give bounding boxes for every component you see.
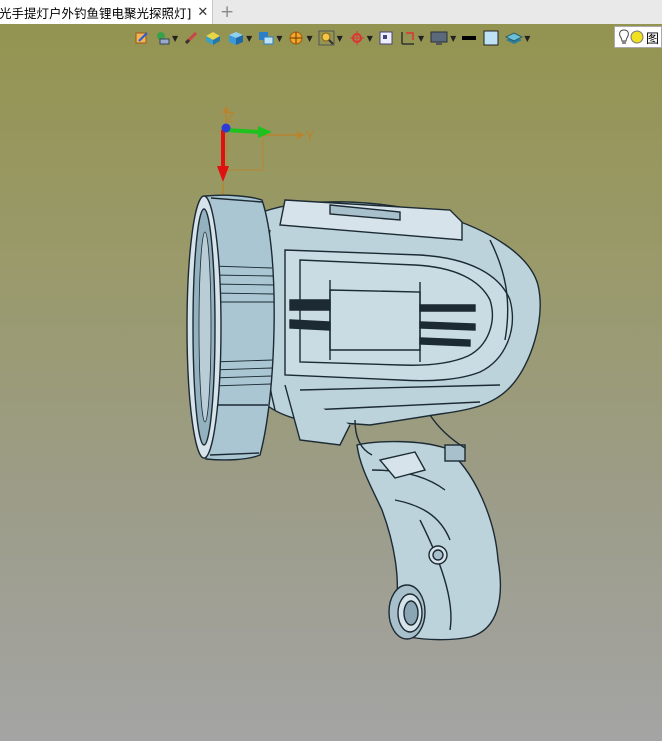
y-axis-label: Y	[305, 130, 314, 145]
model-scene: Z Y	[186, 106, 541, 641]
dome-panel	[284, 249, 514, 382]
handle	[356, 440, 502, 641]
coordinate-triad: Z Y	[217, 106, 314, 203]
spotlight-model[interactable]	[186, 194, 541, 641]
z-axis-label: Z	[226, 111, 235, 126]
